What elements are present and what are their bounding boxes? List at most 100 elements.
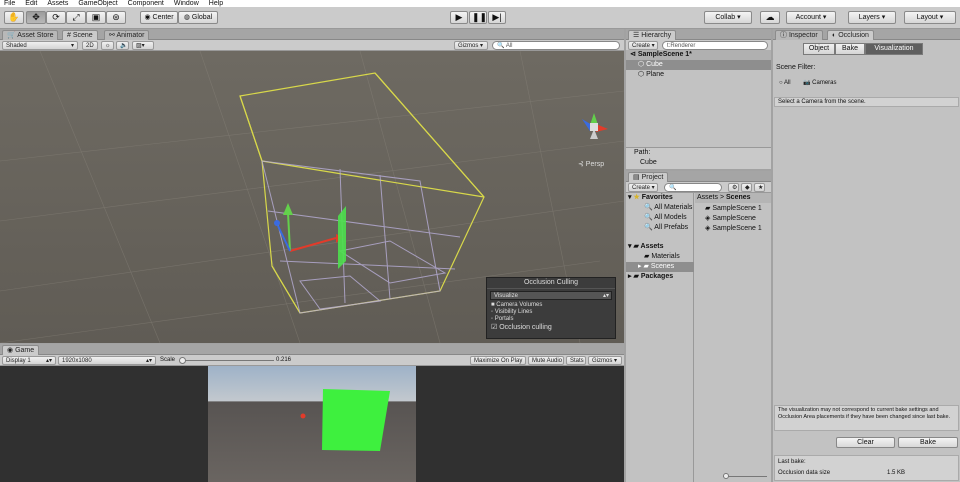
project-create-dropdown[interactable]: Create ▾ <box>628 183 658 192</box>
layout-dropdown[interactable]: Layout ▾ <box>904 11 956 24</box>
favorite-item[interactable]: 🔍 All Materials <box>644 203 692 213</box>
collab-button[interactable]: Collab ▾ <box>704 11 752 24</box>
account-dropdown[interactable]: Account ▾ <box>786 11 836 24</box>
mode-object-button[interactable]: Object <box>803 43 835 55</box>
folder-icon: ▰ <box>705 205 711 212</box>
stats-toggle[interactable]: Stats <box>566 356 586 365</box>
pivot-center-button[interactable]: ◉ Center <box>140 11 178 24</box>
menu-window[interactable]: Window <box>174 0 199 7</box>
scene-orientation-gizmo[interactable] <box>582 113 608 139</box>
audio-toggle[interactable]: 🔈 <box>116 41 129 50</box>
effects-dropdown[interactable]: ▨▾ <box>132 41 154 50</box>
packages-folder[interactable]: ▸ ▰ Packages <box>628 272 673 282</box>
tab-inspector[interactable]: ⓘ Inspector <box>775 30 823 40</box>
maximize-on-play-toggle[interactable]: Maximize On Play <box>470 356 526 365</box>
favorites-folder[interactable]: ▾ ★ Favorites <box>628 193 673 203</box>
menu-gameobject[interactable]: GameObject <box>78 0 117 7</box>
resolution-label: 1920x1080 <box>62 358 92 364</box>
lighting-toggle[interactable]: ☼ <box>101 41 114 50</box>
step-button[interactable]: ▶| <box>488 11 506 24</box>
filter-label-button[interactable]: ◆ <box>741 183 752 192</box>
unity-scene-icon: ◈ <box>705 225 711 232</box>
scene-row[interactable]: ⊲ SampleScene 1* <box>626 50 771 60</box>
transform-tool-button[interactable]: ⊛ <box>106 11 126 24</box>
folder-item-label: Materials <box>651 253 680 260</box>
scene-gizmos-dropdown[interactable]: Gizmos ▾ <box>454 41 488 50</box>
scale-slider-track[interactable] <box>180 360 274 361</box>
tab-scene-label: Scene <box>72 32 93 39</box>
mode-visualization-button[interactable]: Visualization <box>865 43 923 55</box>
menu-assets[interactable]: Assets <box>47 0 68 7</box>
bake-button[interactable]: Bake <box>898 437 958 448</box>
hierarchy-create-dropdown[interactable]: Create ▾ <box>628 41 658 50</box>
hand-tool-button[interactable]: ✋ <box>4 11 24 24</box>
file-item[interactable]: ◈ SampleScene <box>705 214 756 224</box>
filter-all-radio[interactable]: ○ All <box>779 79 791 88</box>
overlay-item[interactable]: ■ Camera Volumes <box>487 302 615 309</box>
tab-asset-store[interactable]: 🛒 Asset Store <box>2 30 59 40</box>
resolution-dropdown[interactable]: 1920x1080 ▴▾ <box>58 356 156 365</box>
pause-button[interactable]: ❚❚ <box>469 11 487 24</box>
hierarchy-search-input[interactable]: t:Renderer <box>662 41 768 50</box>
scale-tool-button[interactable]: ⤢ <box>66 11 86 24</box>
hierarchy-item-cube[interactable]: ⬡ Cube <box>626 60 771 70</box>
favorite-button[interactable]: ★ <box>754 183 765 192</box>
game-viewport[interactable] <box>0 366 624 482</box>
tab-game[interactable]: ◉ Game <box>2 345 40 355</box>
tab-occlusion[interactable]: ◐ Occlusion <box>827 30 874 40</box>
game-gizmos-dropdown[interactable]: Gizmos ▾ <box>588 356 622 365</box>
pivot-center-label: Center <box>152 14 174 21</box>
tab-scene[interactable]: # Scene <box>62 30 98 40</box>
pivot-global-button[interactable]: ◍ Global <box>178 11 218 24</box>
icon-size-slider-thumb[interactable] <box>723 473 729 479</box>
mode-bake-button[interactable]: Bake <box>835 43 865 55</box>
filter-type-button[interactable]: ⚙ <box>728 183 739 192</box>
display-dropdown[interactable]: Display 1 ▴▾ <box>2 356 56 365</box>
scene-viewport[interactable]: ⊰ Persp Occlusion Culling Visualize ▴▾ ■ … <box>0 51 624 343</box>
cloud-icon: ☁ <box>765 12 775 22</box>
menu-component[interactable]: Component <box>128 0 164 7</box>
rect-tool-button[interactable]: ▣ <box>86 11 106 24</box>
play-button[interactable]: ▶ <box>450 11 468 24</box>
menu-help[interactable]: Help <box>209 0 223 7</box>
project-search-input[interactable]: 🔍 <box>664 183 722 192</box>
menu-edit[interactable]: Edit <box>25 0 37 7</box>
breadcrumb-assets[interactable]: Assets <box>697 194 718 201</box>
hand-icon: ✋ <box>8 12 20 22</box>
mute-audio-toggle[interactable]: Mute Audio <box>528 356 564 365</box>
favorite-item[interactable]: 🔍 All Models <box>644 213 687 223</box>
file-item[interactable]: ▰ SampleScene 1 <box>705 204 762 214</box>
move-gizmo[interactable] <box>274 203 346 269</box>
y-axis-arrow-icon <box>283 203 293 215</box>
stats-label: Stats <box>570 358 584 364</box>
clear-button[interactable]: Clear <box>836 437 895 448</box>
scale-slider-thumb[interactable] <box>179 357 186 364</box>
shading-dropdown[interactable]: Shaded ▾ <box>2 41 78 50</box>
file-item[interactable]: ◈ SampleScene 1 <box>705 224 762 234</box>
icon-size-slider[interactable] <box>723 476 767 477</box>
hierarchy-item-plane[interactable]: ⬡ Plane <box>626 70 771 80</box>
occlusion-culling-toggle[interactable]: ☑ Occlusion culling <box>487 323 615 332</box>
2d-toggle[interactable]: 2D <box>82 41 98 50</box>
cloud-button[interactable]: ☁ <box>760 11 780 24</box>
menu-file[interactable]: File <box>4 0 15 7</box>
shading-label: Shaded <box>6 43 27 49</box>
tab-animator[interactable]: ⚯ Animator <box>104 30 150 40</box>
breadcrumb-scenes[interactable]: Scenes <box>726 194 751 201</box>
folder-icon: ▰ <box>633 243 639 250</box>
folder-item[interactable]: ▰ Materials <box>644 252 680 262</box>
rotate-tool-button[interactable]: ⟳ <box>46 11 66 24</box>
overlay-item[interactable]: ◦ Visibility Lines <box>487 309 615 316</box>
move-tool-button[interactable]: ✥ <box>26 11 46 24</box>
overlay-item[interactable]: ◦ Portals <box>487 316 615 323</box>
scene-search-input[interactable]: 🔍 All <box>492 41 620 50</box>
tab-project[interactable]: ▤ Project <box>628 172 669 182</box>
tab-hierarchy[interactable]: ☰ Hierarchy <box>628 30 677 40</box>
assets-folder[interactable]: ▾ ▰ Assets <box>628 242 664 252</box>
layers-dropdown[interactable]: Layers ▾ <box>848 11 896 24</box>
folder-item-selected[interactable]: ▸ ▰ Scenes <box>626 262 694 272</box>
favorite-item[interactable]: 🔍 All Prefabs <box>644 223 688 233</box>
filter-cameras-radio[interactable]: 📷 Cameras <box>803 79 837 88</box>
project-panel: ▤ Project Create ▾ 🔍 ⚙ ◆ ★ ▾ ★ Favorites… <box>626 171 771 482</box>
visualize-dropdown[interactable]: Visualize ▴▾ <box>490 291 612 300</box>
